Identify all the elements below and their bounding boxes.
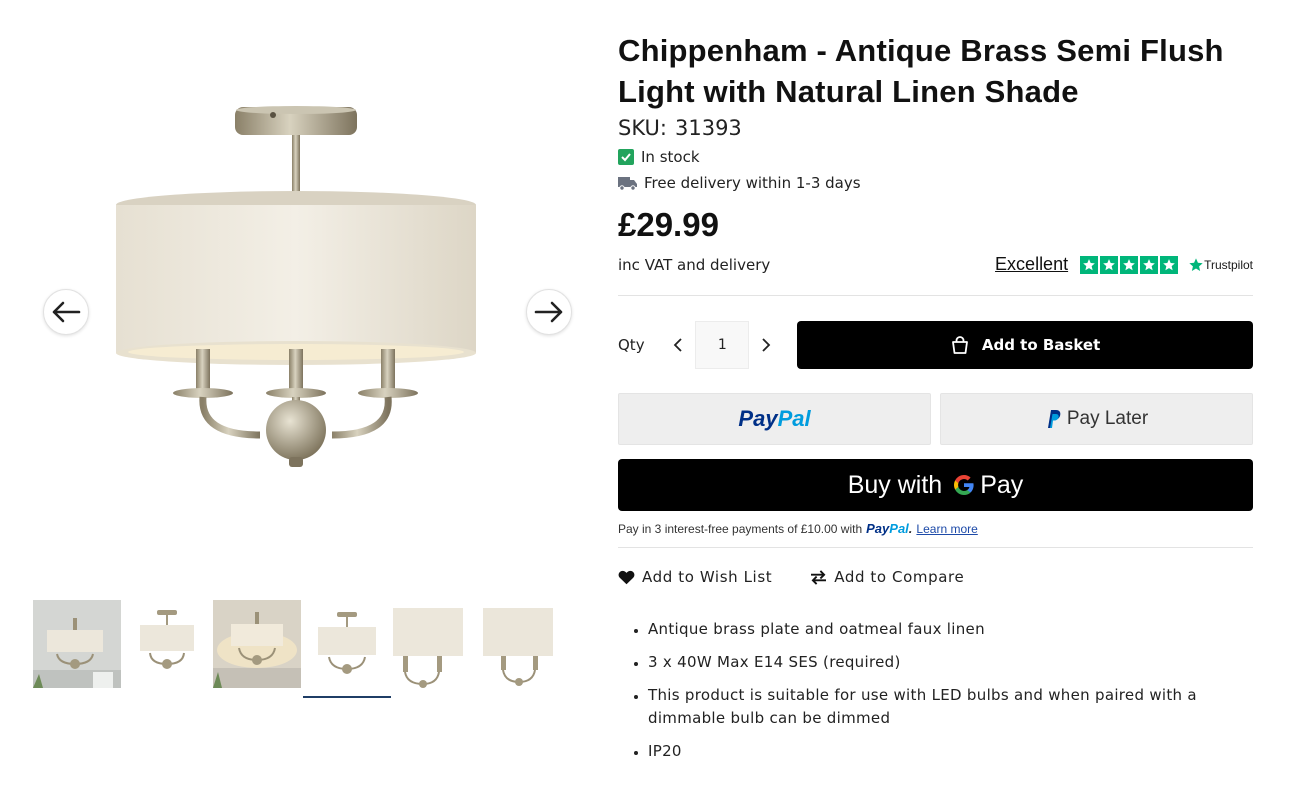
feature-list: Antique brass plate and oatmeal faux lin… xyxy=(618,618,1253,763)
learn-more-link[interactable]: Learn more xyxy=(916,522,977,536)
feature-item: Antique brass plate and oatmeal faux lin… xyxy=(648,618,1253,641)
paypal-buttons: PayPal Pay Later xyxy=(618,393,1253,445)
truck-icon xyxy=(618,177,637,191)
stock-text: In stock xyxy=(641,148,700,166)
google-g-icon xyxy=(954,475,974,495)
star-icon xyxy=(1100,255,1119,274)
compare-arrows-icon xyxy=(811,569,827,585)
product-gallery xyxy=(0,0,600,785)
star-icon xyxy=(1120,255,1139,274)
divider xyxy=(618,295,1253,296)
chevron-left-icon xyxy=(674,338,683,352)
add-to-basket-label: Add to Basket xyxy=(981,336,1101,354)
google-pay-button[interactable]: Buy with Pay xyxy=(618,459,1253,511)
previous-image-button[interactable] xyxy=(43,289,89,335)
paypal-pay-later-button[interactable]: Pay Later xyxy=(940,393,1253,445)
paypal-mini-logo: PayPal. xyxy=(866,521,913,536)
thumbnail[interactable] xyxy=(393,600,481,688)
price-meta-row: inc VAT and delivery Excellent Trustpilo… xyxy=(618,254,1253,275)
thumbnail[interactable] xyxy=(483,600,571,688)
thumbnail[interactable] xyxy=(33,600,121,688)
qty-label: Qty xyxy=(618,336,645,354)
sku: SKU: 31393 xyxy=(618,116,1253,140)
basket-icon xyxy=(951,336,968,354)
installments-text: Pay in 3 interest-free payments of £10.0… xyxy=(618,521,863,536)
qty-input[interactable] xyxy=(695,321,750,369)
trustpilot-widget[interactable]: Excellent Trustpilot xyxy=(995,254,1253,275)
wishlist-label: Add to Wish List xyxy=(642,568,773,586)
gpay-buy-with: Buy with xyxy=(847,470,943,499)
star-icon xyxy=(1140,255,1159,274)
check-icon xyxy=(618,149,634,165)
trustpilot-rating-word[interactable]: Excellent xyxy=(995,254,1068,275)
feature-item: This product is suitable for use with LE… xyxy=(648,684,1253,730)
heart-icon xyxy=(618,570,635,584)
trustpilot-brand: Trustpilot xyxy=(1204,257,1253,272)
paypal-logo-pay: Pay xyxy=(738,406,778,431)
feature-item: IP20 xyxy=(648,740,1253,763)
product-price: £29.99 xyxy=(618,206,719,243)
thumbnail-strip xyxy=(33,590,581,700)
thumbnail-active[interactable] xyxy=(303,590,391,698)
compare-label: Add to Compare xyxy=(834,568,965,586)
thumbnail[interactable] xyxy=(123,600,211,688)
paypal-button[interactable]: PayPal xyxy=(618,393,931,445)
trustpilot-star-icon xyxy=(1189,257,1203,271)
paypal-mini-pal: Pal xyxy=(889,521,909,536)
sku-value: 31393 xyxy=(674,116,742,140)
add-to-basket-button[interactable]: Add to Basket xyxy=(797,321,1253,369)
product-title: Chippenham - Antique Brass Semi Flush Li… xyxy=(618,33,1224,109)
feature-item: 3 x 40W Max E14 SES (required) xyxy=(648,651,1253,674)
qty-increase-button[interactable] xyxy=(753,330,779,360)
next-image-button[interactable] xyxy=(526,289,572,335)
paypal-logo: PayPal xyxy=(738,406,810,432)
paypal-p-icon xyxy=(1047,410,1061,428)
star-icon xyxy=(1080,255,1099,274)
purchase-row: Qty Add to Basket xyxy=(618,321,1253,369)
trustpilot-stars xyxy=(1080,255,1180,274)
delivery-info: Free delivery within 1-3 days xyxy=(618,174,1253,192)
qty-decrease-button[interactable] xyxy=(666,330,692,360)
gpay-pay: Pay xyxy=(980,470,1024,499)
add-to-compare-button[interactable]: Add to Compare xyxy=(810,568,964,586)
vat-note: inc VAT and delivery xyxy=(618,255,771,274)
product-actions: Add to Wish List Add to Compare xyxy=(618,568,1253,586)
delivery-text: Free delivery within 1-3 days xyxy=(644,174,861,192)
product-details: Chippenham - Antique Brass Semi Flush Li… xyxy=(618,30,1253,773)
star-icon xyxy=(1160,255,1179,274)
sku-label: SKU: xyxy=(618,116,667,140)
paypal-logo-pal: Pal xyxy=(777,406,811,431)
add-to-wishlist-button[interactable]: Add to Wish List xyxy=(618,568,772,586)
arrow-left-icon xyxy=(52,301,81,323)
pay-later-label: Pay Later xyxy=(1066,408,1149,429)
thumbnail[interactable] xyxy=(213,600,301,688)
divider xyxy=(618,547,1253,548)
stock-status: In stock xyxy=(618,148,1253,166)
chevron-right-icon xyxy=(762,338,771,352)
main-product-image[interactable] xyxy=(100,95,500,485)
trustpilot-logo: Trustpilot xyxy=(1188,257,1253,273)
arrow-right-icon xyxy=(534,301,563,323)
paypal-installments-message: Pay in 3 interest-free payments of £10.0… xyxy=(618,521,1253,536)
paypal-mini-pay: Pay xyxy=(866,521,890,536)
